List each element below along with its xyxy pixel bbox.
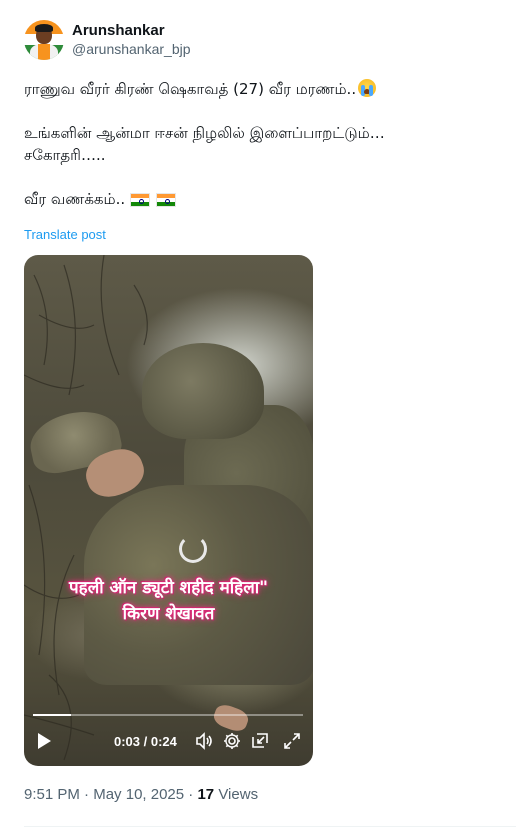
views-count: 17: [197, 786, 215, 803]
views-label: Views: [218, 786, 259, 803]
video-caption-line-2: किरण शेखावत: [122, 604, 215, 624]
video-time: 0:03 / 0:24: [114, 734, 177, 749]
tweet-line-1: ராணுவ வீரர் கிரண் ஷெகாவத் (27) வீர மரணம்…: [24, 78, 514, 100]
loading-spinner-icon: [179, 535, 207, 563]
volume-icon[interactable]: [194, 731, 214, 751]
soldier-helmet: [142, 343, 264, 439]
tweet-text: ராணுவ வீரர் கிரண் ஷெகாவத் (27) வீர மரணம்…: [24, 78, 514, 210]
tweet-line-2: உங்களின் ஆன்மா ஈசன் நிழலில் இளைப்பாறட்டு…: [24, 124, 385, 142]
tweet-line-4: வீர வணக்கம்..: [24, 188, 514, 210]
video-caption: पहली ऑन ड्यूटी शहीद महिला" किरण शेखावत: [24, 575, 313, 627]
tweet-meta: 9:51 PM · May 10, 2025 · 17 Views: [24, 786, 259, 803]
author-handle[interactable]: @arunshankar_bjp: [72, 40, 191, 58]
tweet-line-3: சகோதரி…..: [24, 146, 106, 164]
video-caption-line-1: पहली ऑन ड्यूटी शहीद महिला": [69, 578, 268, 598]
video-controls: 0:03 / 0:24: [24, 721, 313, 761]
translate-post-link[interactable]: Translate post: [24, 227, 106, 242]
picture-in-picture-icon[interactable]: [250, 731, 270, 751]
post-time[interactable]: 9:51 PM: [24, 786, 80, 803]
video-player[interactable]: पहली ऑन ड्यूटी शहीद महिला" किरण शेखावत 0…: [24, 255, 313, 766]
loudly-crying-face-icon: [358, 79, 377, 97]
author-display-name[interactable]: Arunshankar: [72, 22, 191, 40]
tweet-header: Arunshankar @arunshankar_bjp: [24, 20, 191, 60]
video-progress-bar[interactable]: [33, 714, 303, 716]
author-names: Arunshankar @arunshankar_bjp: [72, 22, 191, 58]
divider: [24, 826, 516, 827]
video-progress-fill: [33, 714, 71, 716]
post-date[interactable]: May 10, 2025: [93, 786, 184, 803]
india-flag-icon: [129, 193, 150, 207]
settings-gear-icon[interactable]: [222, 731, 242, 751]
play-icon[interactable]: [38, 733, 51, 749]
fullscreen-icon[interactable]: [282, 731, 302, 751]
avatar[interactable]: [24, 20, 64, 60]
india-flag-icon: [155, 193, 176, 207]
